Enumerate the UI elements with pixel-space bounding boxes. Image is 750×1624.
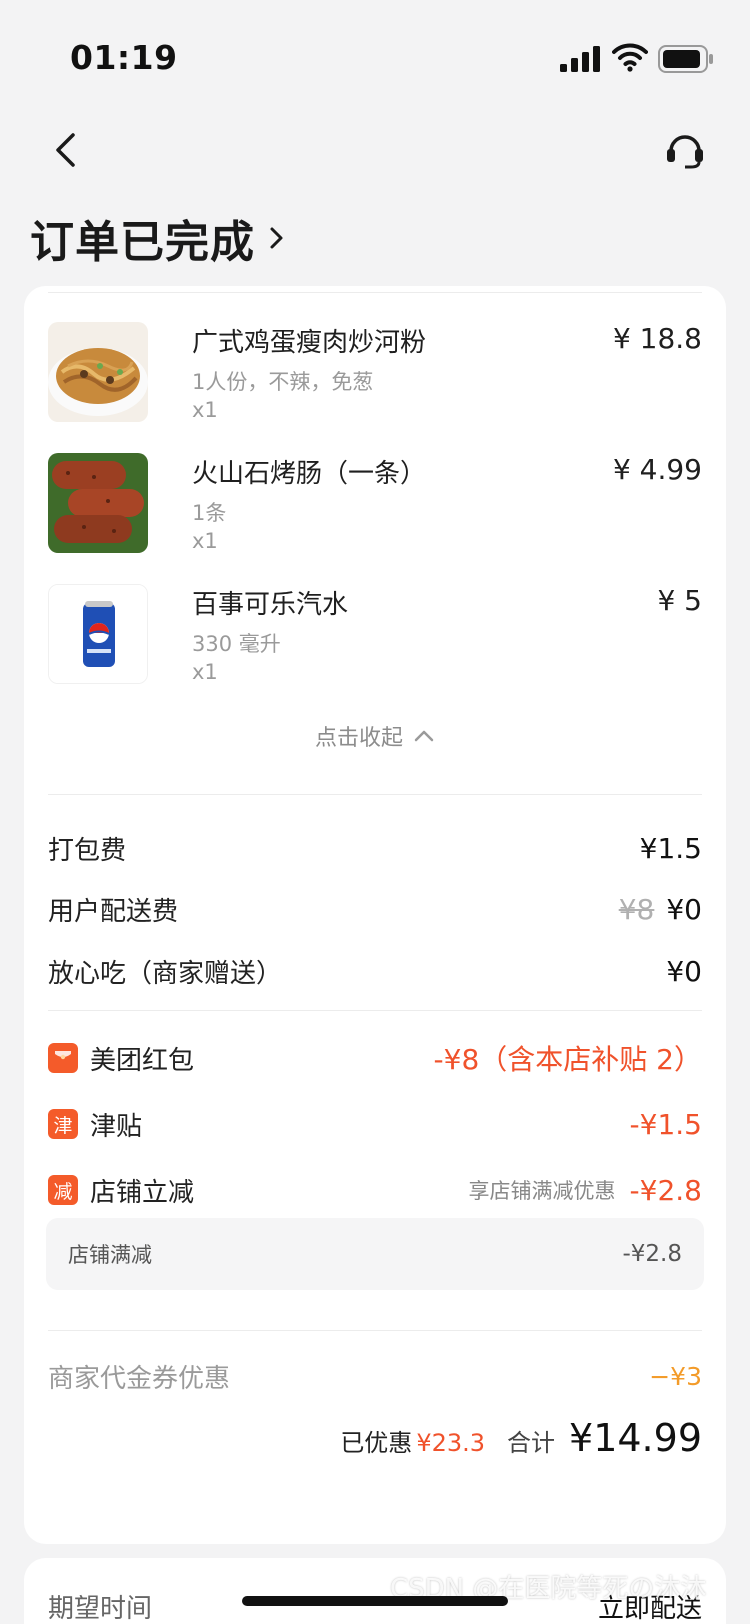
item-image-noodles xyxy=(48,322,148,422)
fee-label: 用户配送费 xyxy=(48,896,179,927)
fee-amount: ¥0 xyxy=(666,892,702,926)
home-indicator[interactable] xyxy=(242,1596,508,1606)
item-spec: 1条 xyxy=(192,501,227,525)
sub-discount-amount: -¥2.8 xyxy=(622,1241,682,1267)
item-image-cola-can xyxy=(48,584,148,684)
order-status-link[interactable]: 订单已完成 xyxy=(30,206,287,270)
discount-label: 津贴 xyxy=(90,1111,143,1142)
item-spec: 330 毫升 xyxy=(192,632,281,656)
fee-label: 放心吃（商家赠送） xyxy=(48,958,283,989)
battery-icon xyxy=(658,45,713,73)
collapse-label: 点击收起 xyxy=(314,726,403,751)
saved-amount: ¥23.3 xyxy=(416,1429,486,1457)
item-price: ¥ 18.8 xyxy=(612,322,702,355)
discount-amount: -¥1.5 xyxy=(629,1107,702,1141)
discount-row-red-packet[interactable]: 美团红包 -¥8（含本店补贴 2） xyxy=(48,1038,702,1078)
discount-row-allowance[interactable]: 津 津贴 -¥1.5 xyxy=(48,1104,702,1144)
discount-label: 店铺立减 xyxy=(90,1177,195,1208)
item-price: ¥ 5 xyxy=(657,584,702,617)
item-quantity: x1 xyxy=(192,398,218,422)
discount-row-store-reduction[interactable]: 减 店铺立减 享店铺满减优惠 -¥2.8 xyxy=(48,1170,702,1210)
order-item[interactable]: 广式鸡蛋瘦肉炒河粉 1人份，不辣，免葱 x1 ¥ 18.8 xyxy=(48,322,702,422)
divider xyxy=(48,1010,702,1011)
order-item[interactable]: 百事可乐汽水 330 毫升 x1 ¥ 5 xyxy=(48,584,702,684)
voucher-row: 商家代金券优惠 −¥3 xyxy=(48,1356,702,1396)
item-quantity: x1 xyxy=(192,529,218,553)
headset-icon xyxy=(667,135,703,169)
order-item[interactable]: 火山石烤肠（一条） 1条 x1 ¥ 4.99 xyxy=(48,453,702,553)
fee-value: ¥1.5 xyxy=(640,832,702,865)
discount-amount: -¥2.8 xyxy=(629,1173,702,1207)
item-name: 百事可乐汽水 xyxy=(192,590,349,620)
fee-row-delivery: 用户配送费 ¥8 ¥0 xyxy=(48,889,702,929)
allowance-badge-icon: 津 xyxy=(48,1109,78,1139)
item-quantity: x1 xyxy=(192,660,218,684)
fee-row-packaging: 打包费 ¥1.5 xyxy=(48,828,702,868)
page-title: 订单已完成 xyxy=(30,217,255,268)
expected-time-label: 期望时间 xyxy=(48,1594,153,1624)
status-time: 01:19 xyxy=(70,38,178,77)
fee-amount: ¥1.5 xyxy=(639,831,702,865)
status-bar: 01:19 xyxy=(0,0,750,110)
fee-label: 打包费 xyxy=(48,835,127,866)
red-packet-icon xyxy=(48,1043,78,1073)
fee-amount: ¥0 xyxy=(666,954,702,988)
voucher-label: 商家代金券优惠 xyxy=(48,1363,231,1394)
back-button[interactable] xyxy=(40,120,90,180)
chevron-up-icon xyxy=(414,730,434,742)
wifi-icon xyxy=(612,43,648,72)
sub-discount-label: 店铺满减 xyxy=(68,1243,152,1267)
voucher-amount: −¥3 xyxy=(649,1361,702,1391)
discount-amount: -¥8（含本店补贴 2） xyxy=(433,1043,702,1076)
signal-icon xyxy=(560,46,600,72)
discount-label: 美团红包 xyxy=(90,1045,195,1076)
item-name: 广式鸡蛋瘦肉炒河粉 xyxy=(192,328,427,358)
total-label: 合计 xyxy=(507,1429,556,1457)
fee-value: ¥0 xyxy=(666,955,702,988)
original-fee: ¥8 xyxy=(618,892,655,926)
divider xyxy=(48,1330,702,1331)
item-name: 火山石烤肠（一条） xyxy=(192,459,427,489)
divider xyxy=(48,292,702,293)
saved-label: 已优惠 xyxy=(340,1429,413,1457)
item-image-sausage xyxy=(48,453,148,553)
total-amount: ¥14.99 xyxy=(569,1416,702,1460)
fee-value: ¥8 ¥0 xyxy=(619,893,702,926)
sub-discount-box: 店铺满减 -¥2.8 xyxy=(46,1218,704,1290)
divider xyxy=(48,794,702,795)
item-spec: 1人份，不辣，免葱 xyxy=(192,370,374,394)
order-detail-card: 广式鸡蛋瘦肉炒河粉 1人份，不辣，免葱 x1 ¥ 18.8 火山石烤肠（一条） … xyxy=(24,286,726,1544)
customer-service-button[interactable] xyxy=(660,122,710,178)
collapse-items-button[interactable]: 点击收起 xyxy=(24,720,726,752)
fee-row-food-safety: 放心吃（商家赠送） ¥0 xyxy=(48,951,702,991)
item-price: ¥ 4.99 xyxy=(612,453,702,486)
reduction-badge-icon: 减 xyxy=(48,1175,78,1205)
discount-note: 享店铺满减优惠 xyxy=(468,1179,616,1203)
order-total: 已优惠 ¥23.3 合计 ¥14.99 xyxy=(340,1416,702,1470)
chevron-right-icon xyxy=(270,227,283,249)
chevron-left-icon xyxy=(56,133,75,167)
